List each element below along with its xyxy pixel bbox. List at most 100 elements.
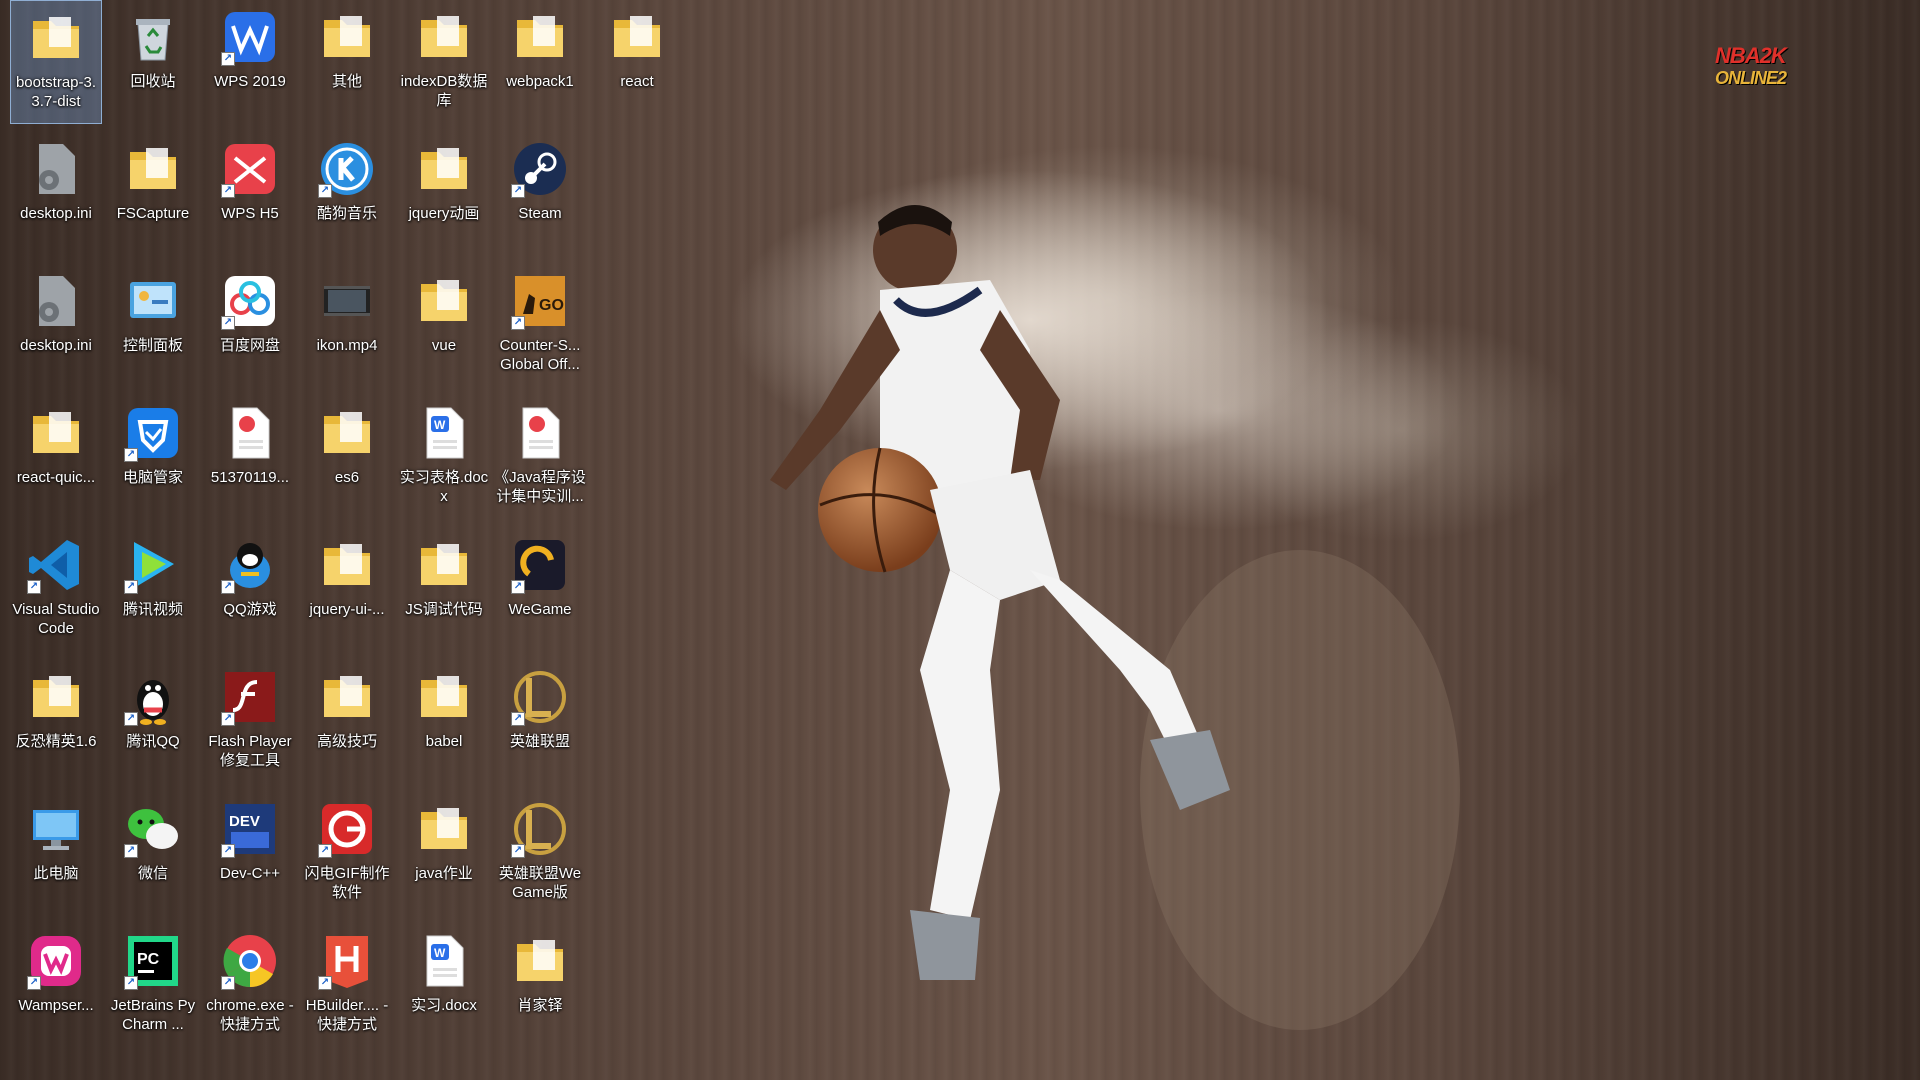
desktop-icon[interactable]: desktop.ini	[10, 264, 102, 388]
pdf-file-icon	[219, 402, 281, 464]
desktop-icon-label: webpack1	[506, 73, 574, 90]
desktop-icon[interactable]: 回收站	[107, 0, 199, 124]
shortcut-arrow-icon: ↗	[221, 316, 235, 330]
desktop-icon[interactable]: ↗ WPS 2019	[204, 0, 296, 124]
desktop-icon-label: WeGame	[508, 601, 572, 618]
desktop-icon[interactable]: 51370119...	[204, 396, 296, 520]
desktop-icon[interactable]: 控制面板	[107, 264, 199, 388]
desktop-icon-label: babel	[425, 733, 463, 750]
desktop-icon[interactable]: JS调试代码	[398, 528, 490, 652]
svg-text:W: W	[434, 946, 446, 960]
shortcut-arrow-icon: ↗	[124, 448, 138, 462]
desktop-icon[interactable]: webpack1	[494, 0, 586, 124]
desktop-icon[interactable]: 此电脑	[10, 792, 102, 916]
desktop-icon-label: bootstrap-3.3.7-dist	[15, 74, 97, 110]
wechat-icon: ↗	[122, 798, 184, 860]
desktop-icon[interactable]: 肖家铎	[494, 924, 586, 1048]
desktop-icon[interactable]: ↗ 闪电GIF制作软件	[301, 792, 393, 916]
shortcut-arrow-icon: ↗	[221, 184, 235, 198]
desktop-icon[interactable]: ↗ Wampser...	[10, 924, 102, 1048]
desktop-icon[interactable]: ↗ WeGame	[494, 528, 586, 652]
shortcut-arrow-icon: ↗	[124, 844, 138, 858]
folder-icon	[25, 666, 87, 728]
shortcut-arrow-icon: ↗	[221, 976, 235, 990]
desktop-icon[interactable]: ↗ HBuilder.... - 快捷方式	[301, 924, 393, 1048]
desktop-icon[interactable]: 《Java程序设计集中实训...	[494, 396, 586, 520]
desktop-icon-label: 此电脑	[33, 865, 79, 882]
shortcut-arrow-icon: ↗	[318, 844, 332, 858]
desktop-icon-label: JetBrains PyCharm ...	[110, 997, 196, 1033]
desktop-icon[interactable]: ↗ 英雄联盟	[494, 660, 586, 784]
desktop-icon[interactable]: ↗ 腾讯视频	[107, 528, 199, 652]
control-panel-icon	[122, 270, 184, 332]
desktop-icon[interactable]: ↗ Visual Studio Code	[10, 528, 102, 652]
desktop-icon[interactable]: ikon.mp4	[301, 264, 393, 388]
desktop-icon[interactable]: bootstrap-3.3.7-dist	[10, 0, 102, 124]
folder-icon	[122, 138, 184, 200]
devcpp-icon: DEV ↗	[219, 798, 281, 860]
desktop-icon-label: react	[620, 73, 654, 90]
desktop-icon[interactable]: jquery-ui-...	[301, 528, 393, 652]
desktop-icon-label: 腾讯QQ	[126, 733, 180, 750]
desktop-icon[interactable]: indexDB数据库	[398, 0, 490, 124]
desktop-icon[interactable]: ↗ Steam	[494, 132, 586, 256]
folder-icon	[413, 798, 475, 860]
logo-line2: ONLINE2	[1715, 68, 1787, 88]
desktop-icon[interactable]: react	[591, 0, 683, 124]
desktop-icon[interactable]: ↗ 英雄联盟WeGame版	[494, 792, 586, 916]
desktop-icon[interactable]: ↗ QQ游戏	[204, 528, 296, 652]
desktop-icon[interactable]: babel	[398, 660, 490, 784]
desktop-icon-label: Visual Studio Code	[12, 601, 100, 637]
folder-icon	[413, 6, 475, 68]
steam-icon: ↗	[509, 138, 571, 200]
svg-text:DEV: DEV	[229, 813, 260, 830]
desktop-icon-label: 闪电GIF制作软件	[304, 865, 390, 901]
folder-icon	[509, 930, 571, 992]
shortcut-arrow-icon: ↗	[318, 976, 332, 990]
desktop-icon[interactable]: W 实习.docx	[398, 924, 490, 1048]
desktop-icon-grid: bootstrap-3.3.7-dist 回收站 ↗ WPS 2019 其他 indexD…	[0, 0, 660, 1040]
desktop-icon[interactable]: ↗ WPS H5	[204, 132, 296, 256]
folder-icon	[606, 6, 668, 68]
desktop-icon[interactable]: 其他	[301, 0, 393, 124]
desktop-icon[interactable]: react-quic...	[10, 396, 102, 520]
desktop-icon[interactable]: java作业	[398, 792, 490, 916]
desktop-icon[interactable]: desktop.ini	[10, 132, 102, 256]
shortcut-arrow-icon: ↗	[124, 580, 138, 594]
tencent-video-icon: ↗	[122, 534, 184, 596]
shortcut-arrow-icon: ↗	[27, 976, 41, 990]
desktop-icon-label: 其他	[331, 73, 362, 90]
desktop-icon-label: JS调试代码	[405, 601, 483, 618]
desktop-icon[interactable]: FSCapture	[107, 132, 199, 256]
desktop-icon[interactable]: vue	[398, 264, 490, 388]
desktop-icon-label: 百度网盘	[219, 337, 280, 354]
desktop-icon[interactable]: DEV ↗ Dev-C++	[204, 792, 296, 916]
desktop-icon-label: es6	[334, 469, 360, 486]
qq-icon: ↗	[122, 666, 184, 728]
desktop-icon[interactable]: jquery动画	[398, 132, 490, 256]
desktop-icon-label: 酷狗音乐	[316, 205, 377, 222]
folder-icon	[316, 6, 378, 68]
svg-text:W: W	[434, 418, 446, 432]
desktop-icon[interactable]: ↗ 微信	[107, 792, 199, 916]
desktop-icon[interactable]: ↗ chrome.exe - 快捷方式	[204, 924, 296, 1048]
desktop-icon-label: QQ游戏	[223, 601, 277, 618]
desktop-icon[interactable]: ↗ 电脑管家	[107, 396, 199, 520]
desktop-icon[interactable]: 反恐精英1.6	[10, 660, 102, 784]
desktop-icon[interactable]: ↗ 腾讯QQ	[107, 660, 199, 784]
this-pc-icon	[25, 798, 87, 860]
desktop-icon-label: react-quic...	[16, 469, 96, 486]
baidu-netdisk-icon: ↗	[219, 270, 281, 332]
desktop-icon[interactable]: 高级技巧	[301, 660, 393, 784]
desktop-icon[interactable]: ↗ 百度网盘	[204, 264, 296, 388]
folder-icon	[316, 666, 378, 728]
desktop-icon-label: indexDB数据库	[400, 73, 488, 109]
folder-icon	[413, 666, 475, 728]
desktop-icon[interactable]: ↗ Flash Player修复工具	[204, 660, 296, 784]
desktop-icon[interactable]: W 实习表格.docx	[398, 396, 490, 520]
desktop-icon[interactable]: PC ↗ JetBrains PyCharm ...	[107, 924, 199, 1048]
desktop-icon[interactable]: es6	[301, 396, 393, 520]
desktop-icon[interactable]: GO ↗ Counter-S... Global Off...	[494, 264, 586, 388]
desktop-icon-label: 《Java程序设计集中实训...	[494, 469, 586, 505]
desktop-icon[interactable]: ↗ 酷狗音乐	[301, 132, 393, 256]
